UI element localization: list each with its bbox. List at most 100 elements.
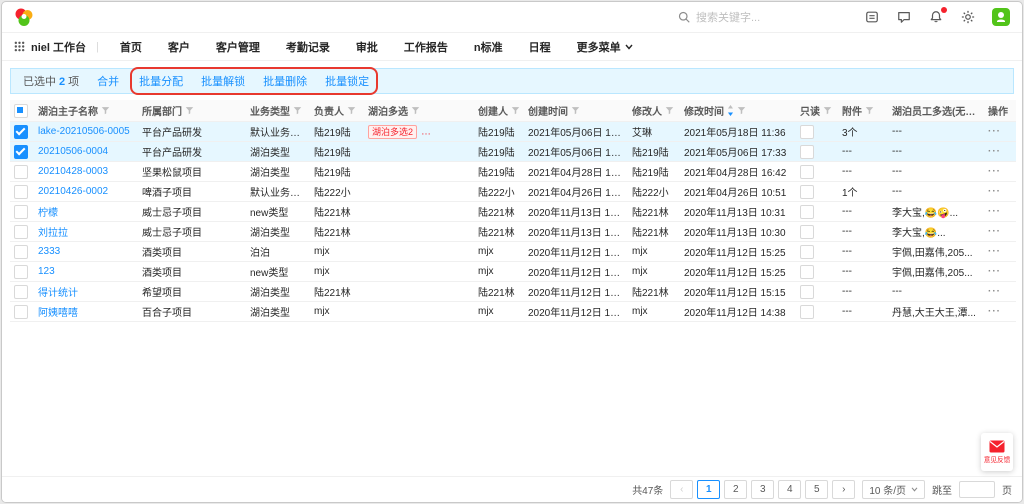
row-checkbox[interactable]: [14, 205, 28, 219]
row-actions-button[interactable]: ···: [988, 246, 1001, 257]
page-size-value: 10 条/页: [869, 482, 906, 497]
column-header-creator[interactable]: 创建人: [474, 100, 524, 122]
column-header-modified[interactable]: 修改时间: [680, 100, 796, 122]
workspace-switcher[interactable]: niel 工作台: [14, 39, 86, 55]
filter-icon[interactable]: [511, 106, 520, 115]
column-header-dept[interactable]: 所属部门: [138, 100, 246, 122]
record-name-link[interactable]: 20210426-0002: [38, 186, 108, 197]
nav-item-8[interactable]: 日程: [516, 39, 564, 55]
row-actions-button[interactable]: ···: [988, 146, 1001, 157]
page-button-5[interactable]: 5: [805, 480, 828, 499]
cell-dept: 坚果松鼠项目: [138, 162, 246, 182]
cell-modified: 2021年04月26日 10:51: [680, 182, 796, 202]
cell-type: 泊泊: [246, 242, 310, 262]
row-actions-button[interactable]: ···: [988, 226, 1001, 237]
page-button-4[interactable]: 4: [778, 480, 801, 499]
filter-icon[interactable]: [737, 106, 746, 115]
notification-dot: [941, 7, 947, 13]
bell-icon[interactable]: [928, 9, 944, 25]
record-name-link[interactable]: 2333: [38, 246, 60, 257]
cell-type: 默认业务类型: [246, 182, 310, 202]
record-name-link[interactable]: 柠檬: [38, 208, 58, 219]
filter-icon[interactable]: [347, 106, 356, 115]
batch-action-3[interactable]: 批量删除: [263, 73, 307, 89]
nav-item-5[interactable]: 审批: [343, 39, 391, 55]
filter-icon[interactable]: [665, 106, 674, 115]
workspace-app-icon[interactable]: [992, 8, 1010, 26]
record-name-link[interactable]: 123: [38, 266, 55, 277]
row-actions-button[interactable]: ···: [988, 166, 1001, 177]
message-icon[interactable]: [896, 9, 912, 25]
column-header-name[interactable]: 湖泊主子名称: [34, 100, 138, 122]
column-header-attachments[interactable]: 附件: [838, 100, 888, 122]
column-header-readonly[interactable]: 只读: [796, 100, 838, 122]
merge-button[interactable]: 合并: [97, 73, 119, 89]
record-name-link[interactable]: 阿姨嘻嘻: [38, 308, 78, 319]
jump-page-input[interactable]: [959, 481, 995, 498]
column-header-created[interactable]: 创建时间: [524, 100, 628, 122]
page-size-select[interactable]: 10 条/页: [862, 480, 925, 499]
record-name-link[interactable]: 得计统计: [38, 288, 78, 299]
filter-icon[interactable]: [101, 106, 110, 115]
row-checkbox[interactable]: [14, 265, 28, 279]
batch-action-2[interactable]: 批量解锁: [201, 73, 245, 89]
row-actions-button[interactable]: ···: [988, 306, 1001, 317]
row-actions-button[interactable]: ···: [988, 186, 1001, 197]
row-checkbox[interactable]: [14, 225, 28, 239]
nav-item-1[interactable]: 首页: [107, 39, 155, 55]
row-checkbox[interactable]: [14, 285, 28, 299]
filter-icon[interactable]: [411, 106, 420, 115]
nav-item-6[interactable]: 工作报告: [391, 39, 461, 55]
select-all-checkbox[interactable]: [14, 104, 28, 118]
row-checkbox[interactable]: [14, 165, 28, 179]
nav-more-menu[interactable]: 更多菜单: [564, 39, 646, 55]
feedback-button[interactable]: 意见反馈: [981, 433, 1013, 471]
column-header-owner[interactable]: 负责人: [310, 100, 364, 122]
row-actions-button[interactable]: ···: [988, 266, 1001, 277]
record-name-link[interactable]: 20210428-0003: [38, 166, 108, 177]
cell-staff: ---: [888, 122, 984, 142]
column-header-type[interactable]: 业务类型: [246, 100, 310, 122]
filter-icon[interactable]: [185, 106, 194, 115]
record-name-link[interactable]: 20210506-0004: [38, 146, 108, 157]
column-header-modifier[interactable]: 修改人: [628, 100, 680, 122]
row-checkbox[interactable]: [14, 245, 28, 259]
nav-item-7[interactable]: n标准: [461, 39, 516, 55]
row-checkbox[interactable]: [14, 125, 28, 139]
gear-icon[interactable]: [960, 9, 976, 25]
cell-modified: 2020年11月13日 10:30: [680, 222, 796, 242]
filter-icon[interactable]: [571, 106, 580, 115]
row-checkbox[interactable]: [14, 145, 28, 159]
filter-icon[interactable]: [823, 106, 832, 115]
global-search-input[interactable]: 搜索关键字...: [678, 9, 848, 25]
filter-icon[interactable]: [293, 106, 302, 115]
record-name-link[interactable]: lake-20210506-0005: [38, 126, 130, 137]
notes-icon[interactable]: [864, 9, 880, 25]
row-checkbox[interactable]: [14, 305, 28, 319]
batch-action-4[interactable]: 批量锁定: [325, 73, 369, 89]
batch-action-1[interactable]: 批量分配: [139, 73, 183, 89]
topbar: 搜索关键字...: [2, 2, 1022, 33]
row-actions-button[interactable]: ···: [988, 286, 1001, 297]
nav-item-2[interactable]: 客户: [155, 39, 203, 55]
page-button-3[interactable]: 3: [751, 480, 774, 499]
row-actions-button[interactable]: ···: [988, 206, 1001, 217]
nav-item-3[interactable]: 客户管理: [203, 39, 273, 55]
cell-staff: ---: [888, 182, 984, 202]
next-page-button[interactable]: ›: [832, 480, 855, 499]
row-actions-button[interactable]: ···: [988, 126, 1001, 137]
column-header-tags[interactable]: 湖泊多选: [364, 100, 474, 122]
filter-icon[interactable]: [865, 106, 874, 115]
app-logo-icon[interactable]: [14, 7, 34, 27]
selected-count: 2: [59, 76, 65, 88]
row-checkbox[interactable]: [14, 185, 28, 199]
page-button-1[interactable]: 1: [697, 480, 720, 499]
prev-page-button[interactable]: ‹: [670, 480, 693, 499]
column-label: 负责人: [314, 103, 344, 118]
nav-item-4[interactable]: 考勤记录: [273, 39, 343, 55]
cell-dept: 平台产品研发: [138, 142, 246, 162]
page-button-2[interactable]: 2: [724, 480, 747, 499]
record-name-link[interactable]: 刘拉拉: [38, 228, 68, 239]
sort-icon[interactable]: [727, 105, 734, 116]
cell-creator: mjx: [474, 242, 524, 262]
